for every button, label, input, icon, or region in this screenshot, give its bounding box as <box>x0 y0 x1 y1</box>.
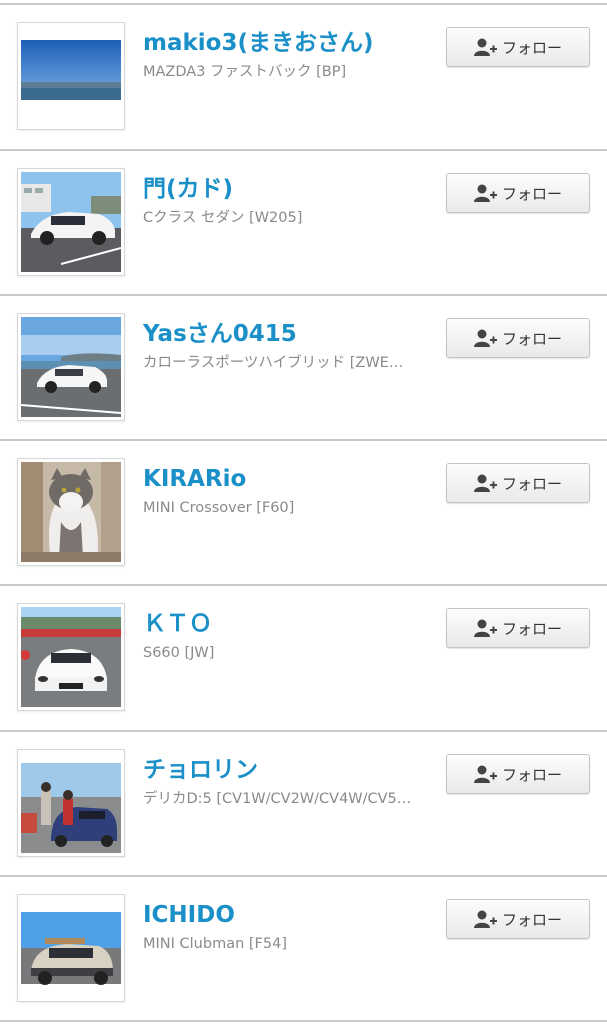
user-avatar[interactable] <box>17 894 125 1002</box>
follow-label: フォロー <box>501 38 562 57</box>
car-model-text: カローラスポーツハイブリッド [ZWE… <box>143 355 404 371</box>
add-user-icon <box>473 328 498 348</box>
user-row[interactable]: 門(カド) Cクラス セダン [W205] フォロー <box>0 151 607 295</box>
user-row[interactable]: ＫＴＯ S660 [JW] フォロー <box>0 586 607 730</box>
user-avatar[interactable] <box>17 168 125 276</box>
divider <box>0 1020 607 1022</box>
add-user-icon <box>473 473 498 493</box>
username-link[interactable]: チョロリン <box>143 755 258 785</box>
user-avatar[interactable] <box>17 458 125 566</box>
car-model-text: S660 [JW] <box>143 645 215 661</box>
user-row[interactable]: チョロリン デリカD:5 [CV1W/CV2W/CV4W/CV5… フォロー <box>0 732 607 876</box>
add-user-icon <box>473 618 498 638</box>
car-model-text: デリカD:5 [CV1W/CV2W/CV4W/CV5… <box>143 791 412 807</box>
follow-label: フォロー <box>501 184 562 203</box>
add-user-icon <box>473 764 498 784</box>
follow-button[interactable]: フォロー <box>446 899 590 939</box>
follow-user-list: makio3(まきおさん) MAZDA3 ファストバック [BP] フォロー 門… <box>0 0 607 1024</box>
follow-button[interactable]: フォロー <box>446 173 590 213</box>
add-user-icon <box>473 37 498 57</box>
user-row[interactable]: ICHIDO MINI Clubman [F54] フォロー <box>0 877 607 1021</box>
user-row[interactable]: Yasさん0415 カローラスポーツハイブリッド [ZWE… フォロー <box>0 296 607 440</box>
follow-label: フォロー <box>501 619 562 638</box>
car-model-text: MAZDA3 ファストバック [BP] <box>143 64 347 80</box>
username-link[interactable]: KIRARio <box>143 464 246 494</box>
follow-button[interactable]: フォロー <box>446 318 590 358</box>
user-row[interactable]: makio3(まきおさん) MAZDA3 ファストバック [BP] フォロー <box>0 5 607 149</box>
follow-label: フォロー <box>501 329 562 348</box>
add-user-icon <box>473 909 498 929</box>
user-avatar[interactable] <box>17 749 125 857</box>
username-link[interactable]: makio3(まきおさん) <box>143 28 374 58</box>
follow-label: フォロー <box>501 474 562 493</box>
follow-button[interactable]: フォロー <box>446 463 590 503</box>
car-model-text: Cクラス セダン [W205] <box>143 210 303 226</box>
car-model-text: MINI Crossover [F60] <box>143 500 295 516</box>
user-row[interactable]: KIRARio MINI Crossover [F60] フォロー <box>0 441 607 585</box>
username-link[interactable]: 門(カド) <box>143 174 233 204</box>
username-link[interactable]: ＫＴＯ <box>143 609 212 639</box>
username-link[interactable]: ICHIDO <box>143 900 235 930</box>
user-avatar[interactable] <box>17 603 125 711</box>
follow-button[interactable]: フォロー <box>446 754 590 794</box>
car-model-text: MINI Clubman [F54] <box>143 936 287 952</box>
user-avatar[interactable] <box>17 313 125 421</box>
add-user-icon <box>473 183 498 203</box>
follow-label: フォロー <box>501 910 562 929</box>
username-link[interactable]: Yasさん0415 <box>143 319 297 349</box>
follow-button[interactable]: フォロー <box>446 608 590 648</box>
user-avatar[interactable] <box>17 22 125 130</box>
follow-button[interactable]: フォロー <box>446 27 590 67</box>
follow-label: フォロー <box>501 765 562 784</box>
